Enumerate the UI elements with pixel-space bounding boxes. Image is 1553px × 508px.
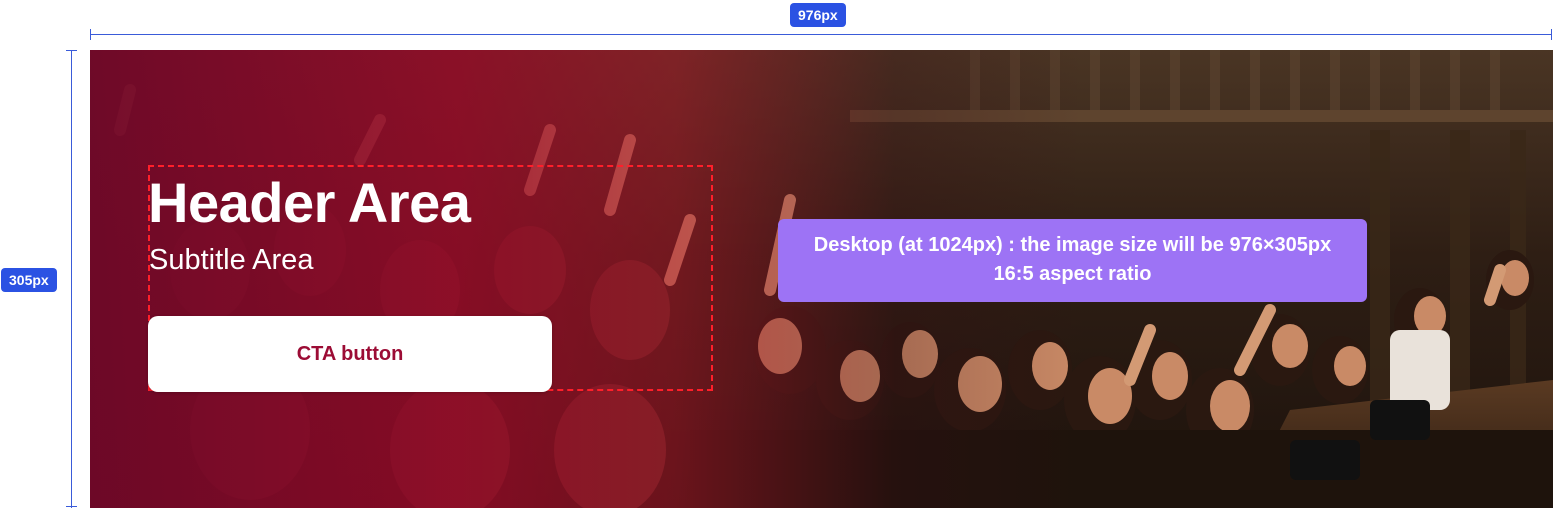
subtitle: Subtitle Area (149, 244, 314, 276)
width-dimension-badge: 976px (790, 3, 846, 27)
height-dimension-cap-top (66, 50, 77, 51)
size-annotation-note: Desktop (at 1024px) : the image size wil… (778, 219, 1367, 302)
size-annotation-line1: Desktop (at 1024px) : the image size wil… (813, 234, 1332, 256)
width-dimension-line (90, 34, 1551, 35)
height-dimension-badge: 305px (1, 268, 57, 292)
width-dimension-cap-left (90, 29, 91, 40)
cta-button[interactable]: CTA button (148, 316, 552, 392)
spec-canvas: 976px 305px Header Area Subtitle Area CT… (0, 0, 1553, 508)
width-dimension-cap-right (1551, 29, 1552, 40)
size-annotation-line2: 16:5 aspect ratio (993, 263, 1152, 285)
height-dimension-cap-bottom (66, 506, 77, 507)
height-dimension-line (71, 50, 72, 508)
header-title: Header Area (148, 171, 471, 234)
hero-banner: Header Area Subtitle Area CTA button Des… (90, 50, 1553, 508)
